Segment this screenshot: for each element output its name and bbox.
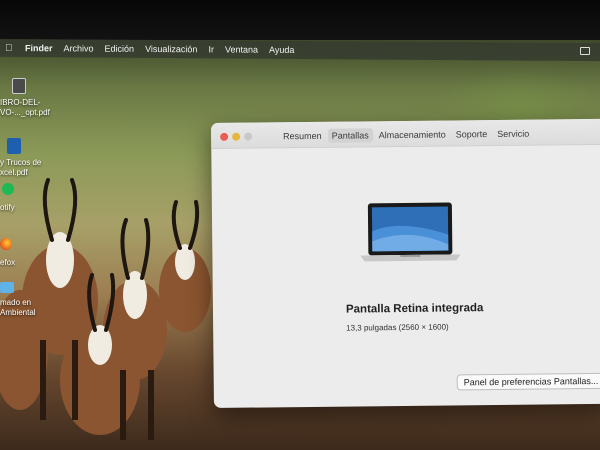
menu-ir[interactable]: Ir	[208, 44, 214, 54]
window-tabs: Resumen Pantallas Almacenamiento Soporte…	[279, 127, 533, 144]
about-this-mac-window: Resumen Pantallas Almacenamiento Soporte…	[211, 118, 600, 408]
minimize-button[interactable]	[232, 132, 241, 141]
menu-ayuda[interactable]: Ayuda	[269, 45, 294, 55]
pdf-file-icon[interactable]	[7, 138, 21, 154]
window-titlebar[interactable]: Resumen Pantallas Almacenamiento Soporte…	[211, 118, 600, 149]
display-name: Pantalla Retina integrada	[345, 302, 484, 316]
tab-servicio[interactable]: Servicio	[493, 127, 533, 141]
menu-ventana[interactable]: Ventana	[225, 44, 258, 54]
display-status-icon[interactable]	[580, 46, 590, 56]
zoom-button[interactable]	[244, 132, 253, 141]
spotify-icon[interactable]	[2, 183, 14, 195]
desktop-item-pdf-2[interactable]: y Trucos de xcel.pdf	[0, 158, 41, 178]
close-button[interactable]	[220, 132, 229, 141]
tab-almacenamiento[interactable]: Almacenamiento	[375, 128, 450, 143]
macbook-display-icon	[360, 202, 461, 262]
apple-menu-icon[interactable]: 	[5, 42, 15, 53]
desktop-item-folder[interactable]: mado en Ambiental	[0, 298, 36, 318]
desktop-item-firefox[interactable]: efox	[0, 258, 15, 268]
menu-visualizacion[interactable]: Visualización	[145, 44, 197, 54]
screen-bezel	[0, 0, 600, 40]
folder-icon[interactable]	[0, 282, 14, 293]
pdf-file-icon[interactable]	[12, 78, 26, 94]
menu-archivo[interactable]: Archivo	[64, 43, 94, 53]
display-resolution: 13,3 pulgadas (2560 × 1600)	[346, 322, 449, 333]
menu-finder[interactable]: Finder	[25, 43, 53, 53]
firefox-icon[interactable]	[0, 238, 12, 250]
menu-edicion[interactable]: Edición	[105, 44, 135, 54]
desktop-item-pdf-1[interactable]: IBRO-DEL- VO-..._opt.pdf	[0, 98, 50, 118]
tab-soporte[interactable]: Soporte	[452, 127, 492, 141]
desktop-item-spotify[interactable]: otify	[0, 203, 15, 213]
display-preferences-button[interactable]: Panel de preferencias Pantallas...	[456, 372, 600, 391]
tab-pantallas[interactable]: Pantallas	[327, 128, 373, 143]
tab-resumen[interactable]: Resumen	[279, 129, 326, 143]
